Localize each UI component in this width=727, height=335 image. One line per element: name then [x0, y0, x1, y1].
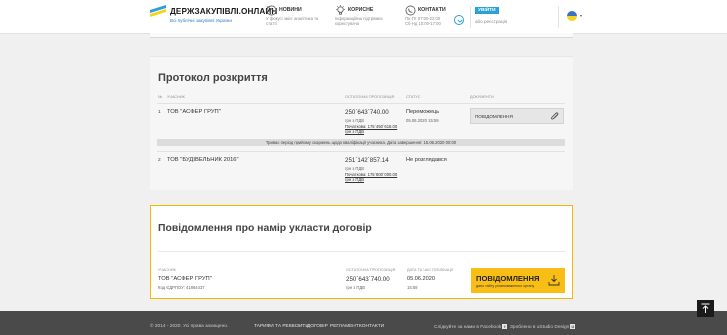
facebook-link[interactable]: Слідкуйте за нами в Facebook f	[434, 324, 508, 330]
intent-title: Повідомлення про намір укласти договір	[158, 223, 372, 234]
facebook-icon: f	[502, 324, 508, 329]
nav-useful-title: КОРИСНЕ	[348, 7, 374, 13]
participant-name: ТОВ "АСФЕР ГРУП"	[167, 109, 221, 115]
participant-name: ТОВ "БУДІВЕЛЬНИК 2016"	[167, 157, 239, 163]
notice-button-title: ПОВІДОМЛЕННЯ	[476, 274, 540, 283]
offer-vat: грн з ПДВ	[346, 285, 366, 290]
arrow-up-icon	[701, 303, 710, 313]
offer-vat: грн з ПДВ	[345, 118, 365, 123]
login-button[interactable]: УВІЙТИ	[475, 7, 499, 14]
site-header: ДЕРЖЗАКУПІВЛІ.ОНЛАЙН Всі публічні закупі…	[0, 0, 727, 34]
news-icon	[266, 5, 277, 16]
nav-useful-desc-2: користувача	[335, 21, 359, 26]
flag-ua-icon[interactable]	[567, 11, 577, 21]
protocol-section: Протокол розкриття № Учасник Остаточна п…	[150, 56, 573, 190]
col-date-header: Дата та час публікації	[407, 268, 453, 272]
header-divider	[470, 6, 471, 28]
footer-link-contract[interactable]: ДОГОВІР	[307, 324, 328, 329]
col-participant-header: Учасник	[158, 268, 176, 272]
offer-amount: 250`643`740.00	[345, 109, 389, 116]
publication-time: 15:59	[407, 285, 418, 290]
download-icon	[548, 275, 560, 286]
initial-amount-vat: грн з ПДВ	[345, 129, 365, 134]
status-date: 05.06.2020 15:59	[406, 118, 439, 123]
lightbulb-icon	[335, 5, 346, 15]
section-divider	[158, 251, 566, 252]
col-participant-header: Учасник	[167, 95, 185, 99]
initial-amount-vat: грн з ПДВ	[345, 177, 365, 182]
offer-vat: грн з ПДВ	[345, 166, 365, 171]
paperclip-icon	[551, 112, 559, 120]
edrpou-code: Код ЄДРПОУ: 41864437	[158, 285, 205, 290]
row-number: 2	[158, 158, 161, 163]
nav-contacts-desc-2: Сб-Нд 10:00-17:00	[405, 21, 441, 26]
scroll-to-top-button[interactable]	[697, 300, 714, 317]
made-by-label: Зроблено в uStudio Design	[510, 324, 570, 330]
nav-contacts-title: КОНТАКТИ	[418, 7, 446, 13]
participant-name: ТОВ "АСФЕР ГРУП"	[158, 276, 212, 282]
document-button[interactable]: ПОВІДОМЛЕННЯ	[470, 108, 564, 124]
site-logo[interactable]: ДЕРЖЗАКУПІВЛІ.ОНЛАЙН Всі публічні закупі…	[150, 4, 277, 30]
logo-flag-icon	[150, 5, 166, 17]
previous-section-edge	[150, 33, 573, 38]
offer-amount: 251`142`857.14	[345, 157, 389, 164]
footer-link-tariffs[interactable]: ТАРИФИ ТА РЕКВІЗИТИ	[254, 324, 309, 329]
publication-date: 05.06.2020	[407, 276, 435, 282]
contacts-expand-icon[interactable]	[454, 15, 464, 25]
complaint-notice: Триває період прийому скаржень щодо квал…	[157, 139, 565, 146]
ustudio-logo-icon: U	[570, 324, 576, 329]
footer-link-contacts[interactable]: КОНТАКТИ	[359, 324, 384, 329]
header-divider	[558, 6, 559, 28]
nav-news-title: НОВИНИ	[279, 7, 302, 13]
col-status-header: Статус	[406, 95, 421, 99]
protocol-title: Протокол розкриття	[158, 72, 268, 84]
register-link[interactable]: або реєстрація	[475, 19, 507, 24]
site-footer: © 2014 - 2020. Усі права захищено. ТАРИФ…	[0, 311, 727, 335]
status-winner: Переможець	[406, 109, 440, 115]
col-docs-header: Документи	[470, 95, 494, 99]
notice-button-subtitle: дано тайту уповноваженого органу	[476, 284, 535, 288]
col-offer-header: Остаточна пропозиція	[346, 268, 396, 272]
logo-title: ДЕРЖЗАКУПІВЛІ.ОНЛАЙН	[170, 7, 278, 16]
nav-news-desc-2: статті	[266, 21, 277, 26]
col-number-header: №	[158, 95, 163, 99]
logo-subtitle: Всі публічні закупівлі України	[170, 18, 232, 23]
notice-download-button[interactable]: ПОВІДОМЛЕННЯ дано тайту уповноваженого о…	[471, 268, 565, 293]
col-offer-header: Остаточна пропозиція	[345, 95, 395, 99]
row-number: 1	[158, 110, 161, 115]
facebook-label: Слідкуйте за нами в Facebook	[434, 324, 502, 330]
footer-link-regulations[interactable]: РЕГЛАМЕНТ	[330, 324, 359, 329]
document-label: ПОВІДОМЛЕННЯ	[475, 114, 513, 119]
chevron-down-icon[interactable]	[580, 15, 582, 17]
status-not-considered: Не розглядався	[406, 157, 447, 163]
offer-amount: 250`643`740.00	[346, 276, 390, 283]
table-divider	[157, 151, 565, 152]
table-divider	[157, 103, 565, 104]
copyright: © 2014 - 2020. Усі права захищено.	[150, 324, 229, 329]
intent-section: Повідомлення про намір укласти договір У…	[150, 205, 573, 299]
phone-icon	[405, 5, 416, 16]
made-by-link[interactable]: Зроблено в uStudio Design U	[510, 324, 576, 330]
